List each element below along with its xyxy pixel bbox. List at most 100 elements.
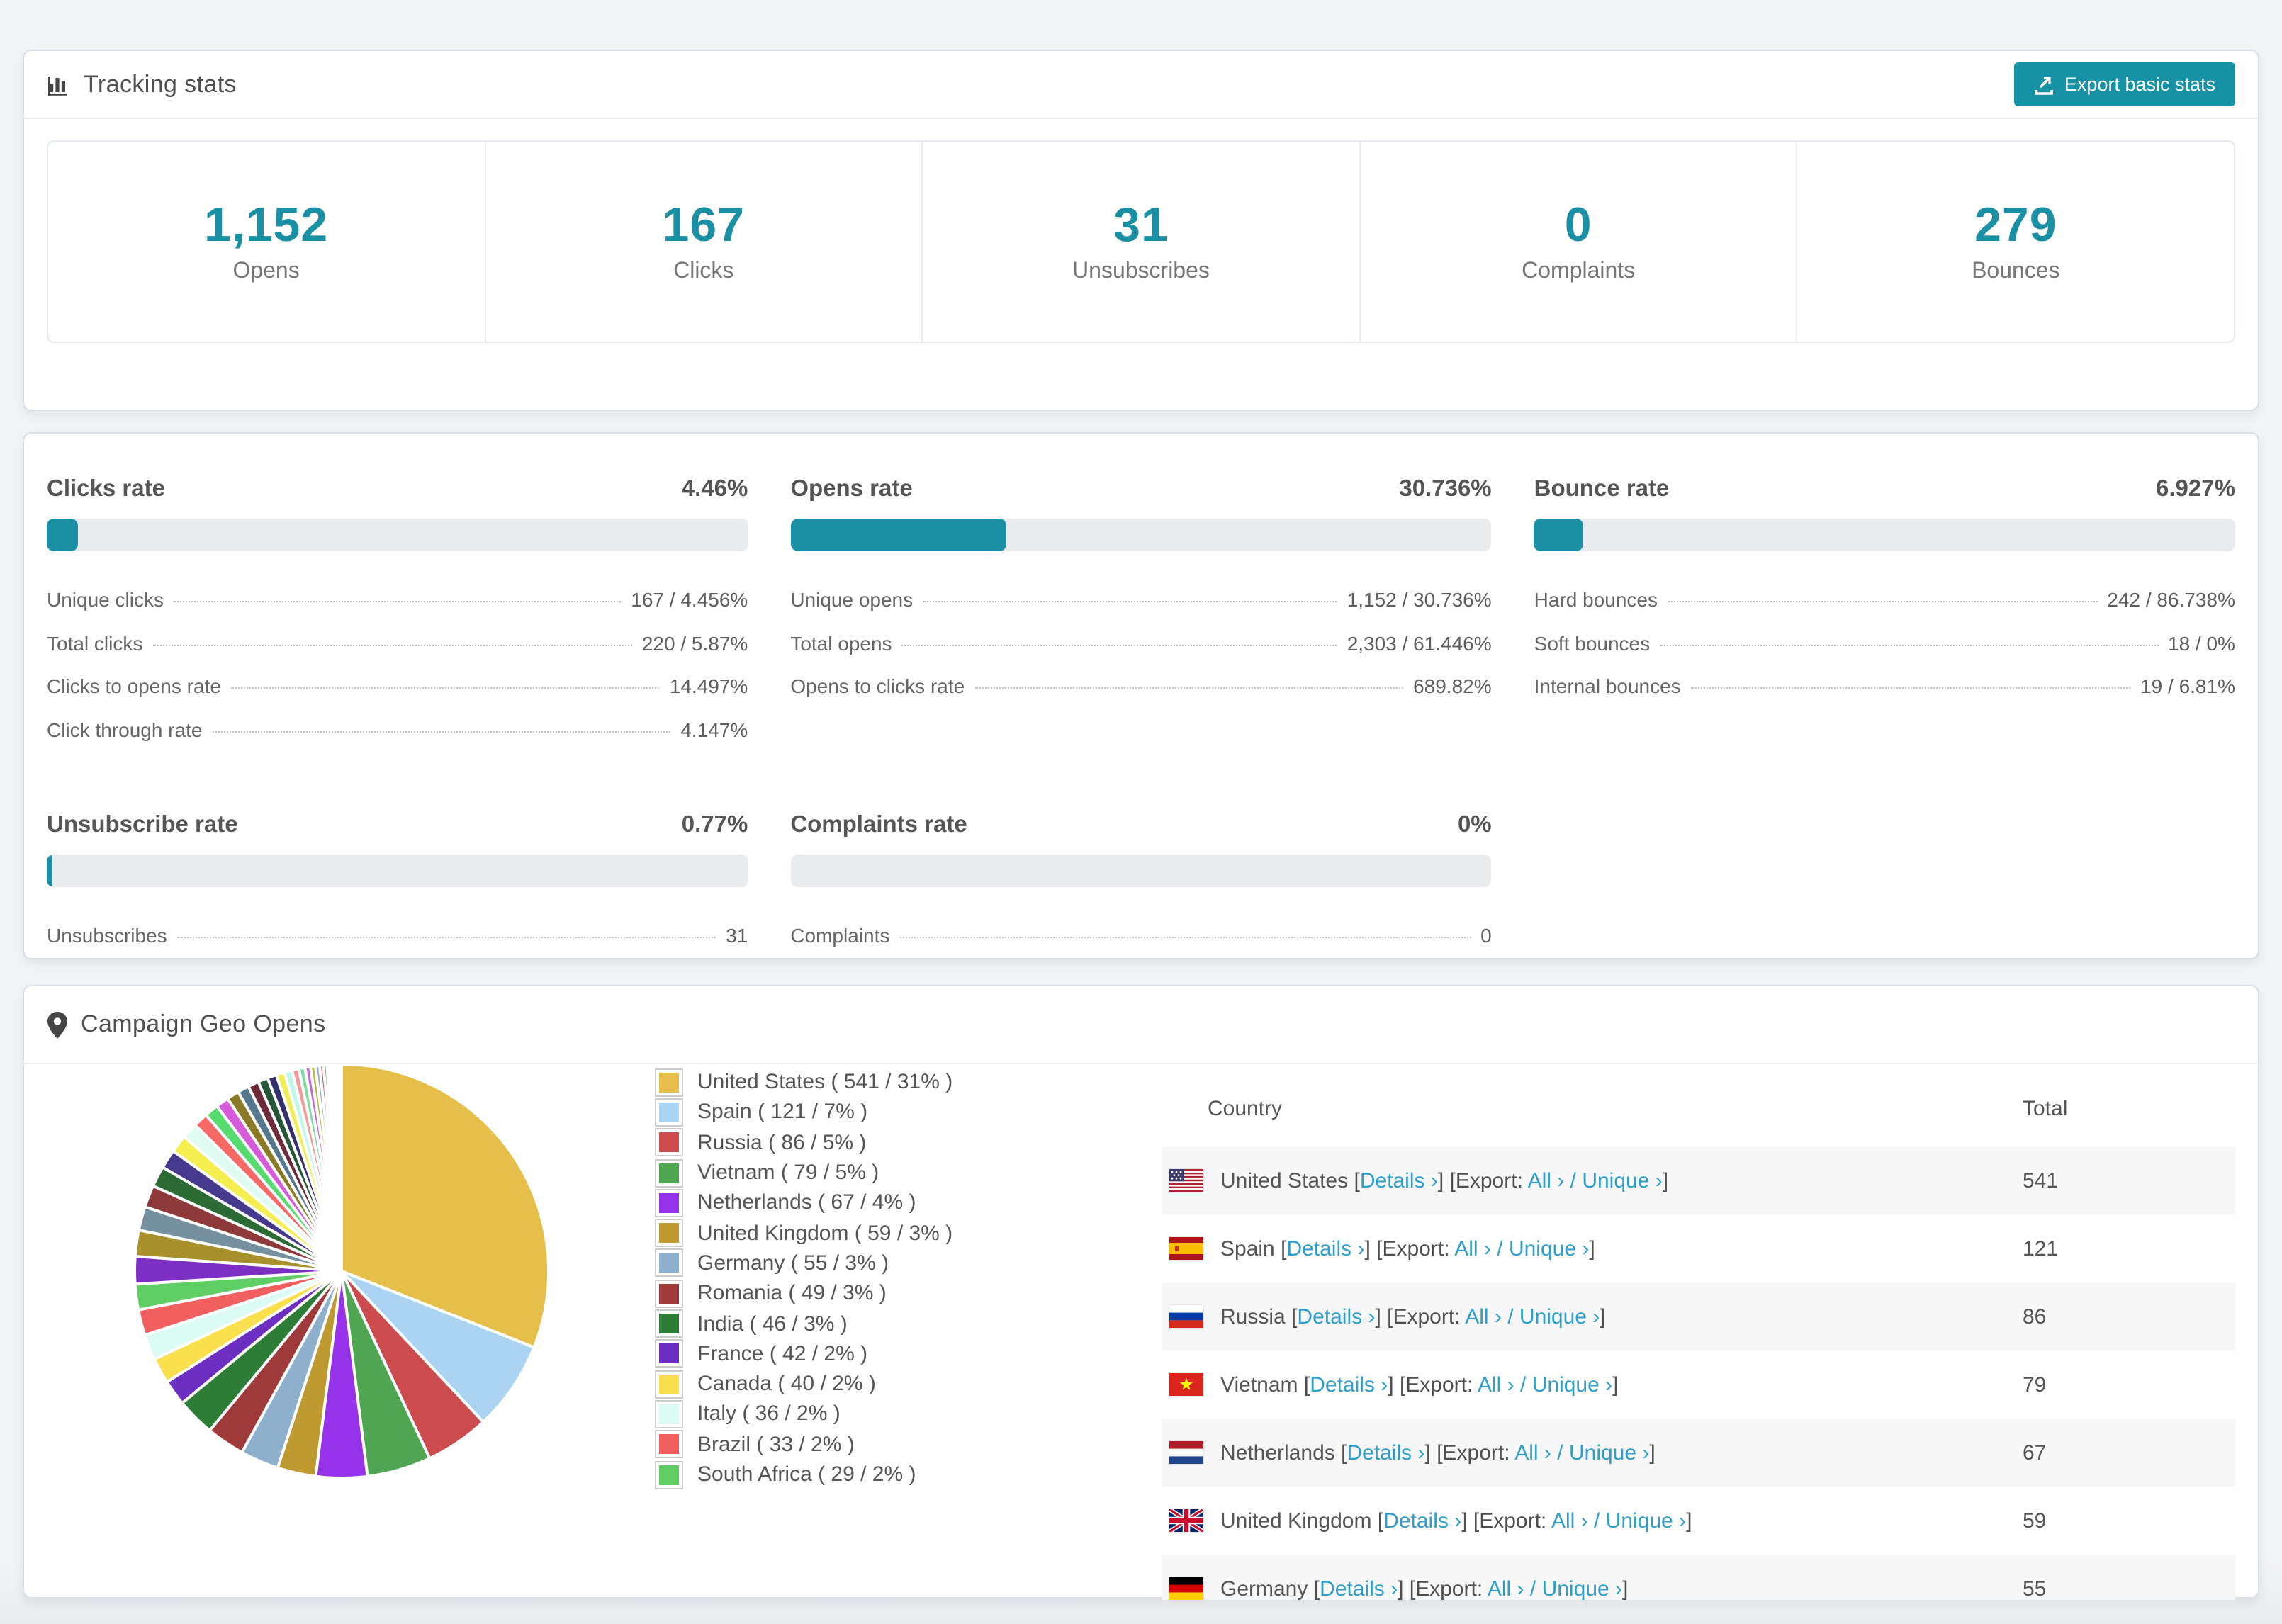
bar-chart-icon — [47, 72, 71, 96]
rate-detail-label: Hard bounces — [1534, 588, 1658, 611]
legend-swatch — [655, 1158, 683, 1188]
stat-value: 31 — [1113, 198, 1169, 252]
export-all-link[interactable]: All › — [1488, 1577, 1524, 1600]
legend-item: Netherlands ( 67 / 4% ) — [655, 1188, 952, 1218]
legend-label: Brazil ( 33 / 2% ) — [697, 1432, 855, 1457]
rate-detail-value: 1,152 / 30.736% — [1347, 588, 1492, 611]
rate-title: Bounce rate — [1534, 476, 1670, 502]
rate-detail-label: Unique opens — [790, 588, 914, 611]
dotted-leader — [176, 937, 716, 938]
export-unique-link[interactable]: Unique › — [1542, 1577, 1622, 1600]
legend-item: Romania ( 49 / 3% ) — [655, 1278, 952, 1309]
rate-detail-label: Soft bounces — [1534, 631, 1651, 654]
rate-detail-row: Soft bounces 18 / 0% — [1534, 631, 2235, 654]
dotted-leader — [230, 687, 660, 689]
stat-label: Clicks — [673, 259, 734, 283]
stat-box-unsubscribes: 31 Unsubscribes — [923, 142, 1361, 342]
export-icon — [2035, 74, 2055, 94]
vn-flag-icon — [1169, 1373, 1203, 1396]
geo-table-row-ru: Russia [Details ›] [Export: All › / Uniq… — [1162, 1282, 2235, 1350]
export-unique-link[interactable]: Unique › — [1606, 1509, 1686, 1533]
rate-detail-value: 220 / 5.87% — [641, 631, 748, 654]
geo-table-row-es: Spain [Details ›] [Export: All › / Uniqu… — [1162, 1214, 2235, 1282]
export-all-link[interactable]: All › — [1465, 1304, 1502, 1329]
rate-progress-bar — [47, 519, 748, 551]
page: Tracking stats Export basic stats 1,152 … — [0, 0, 2282, 1624]
rate-detail-value: 14.497% — [669, 675, 748, 697]
legend-label: South Africa ( 29 / 2% ) — [697, 1462, 916, 1487]
rate-detail-label: Complaints — [790, 924, 890, 947]
export-unique-link[interactable]: Unique › — [1569, 1440, 1649, 1465]
export-all-link[interactable]: All › — [1514, 1440, 1551, 1465]
rate-panel-bounce: Bounce rate 6.927% Hard bounces 242 / 86… — [1534, 476, 2235, 761]
export-separator: / — [1514, 1372, 1532, 1397]
rate-detail-row: Unique opens 1,152 / 30.736% — [790, 588, 1491, 611]
dotted-leader — [923, 601, 1337, 602]
rate-progress-bar — [790, 519, 1492, 551]
details-link[interactable]: Details › — [1310, 1372, 1388, 1397]
export-unique-link[interactable]: Unique › — [1582, 1168, 1662, 1192]
tracking-stats-title: Tracking stats — [84, 70, 237, 97]
rate-detail-row: Hard bounces 242 / 86.738% — [1534, 588, 2235, 611]
rate-panel-complaints: Complaints rate 0% Complaints 0 — [790, 812, 1492, 967]
legend-item: United Kingdom ( 59 / 3% ) — [655, 1218, 952, 1248]
legend-item: Italy ( 36 / 2% ) — [655, 1399, 952, 1430]
export-basic-stats-button[interactable]: Export basic stats — [2014, 62, 2235, 106]
stat-box-opens: 1,152 Opens — [48, 142, 486, 342]
export-unique-link[interactable]: Unique › — [1532, 1372, 1612, 1397]
export-all-link[interactable]: All › — [1551, 1509, 1588, 1533]
export-all-link[interactable]: All › — [1454, 1236, 1491, 1261]
stat-value: 279 — [1974, 198, 2057, 252]
rate-progress-bar — [1534, 519, 2235, 551]
geo-table-header: Country Total — [1162, 1070, 2235, 1146]
export-all-link[interactable]: All › — [1478, 1372, 1514, 1397]
country-name: Vietnam — [1220, 1372, 1298, 1397]
details-link[interactable]: Details › — [1286, 1236, 1364, 1261]
export-unique-link[interactable]: Unique › — [1509, 1236, 1589, 1261]
stat-value: 167 — [662, 198, 745, 252]
tracking-stats-header: Tracking stats Export basic stats — [24, 51, 2258, 119]
export-separator: / — [1501, 1304, 1519, 1329]
details-link[interactable]: Details › — [1383, 1509, 1461, 1533]
legend-label: Spain ( 121 / 7% ) — [697, 1100, 868, 1124]
country-total: 67 — [2023, 1440, 2047, 1465]
legend-item: United States ( 541 / 31% ) — [655, 1067, 952, 1098]
es-flag-icon — [1169, 1237, 1203, 1260]
details-link[interactable]: Details › — [1297, 1304, 1375, 1329]
legend-item: Spain ( 121 / 7% ) — [655, 1098, 952, 1128]
rate-panel-opens: Opens rate 30.736% Unique opens 1,152 / … — [790, 476, 1492, 761]
dotted-leader — [1668, 601, 2098, 602]
country-name: Spain — [1220, 1236, 1275, 1261]
legend-swatch — [655, 1219, 683, 1248]
country-name: Germany — [1220, 1577, 1308, 1600]
legend-label: Italy ( 36 / 2% ) — [697, 1402, 841, 1426]
export-all-link[interactable]: All › — [1528, 1168, 1565, 1192]
country-total: 79 — [2023, 1372, 2047, 1397]
rate-detail-row: Opens to clicks rate 689.82% — [790, 675, 1491, 697]
legend-item: Brazil ( 33 / 2% ) — [655, 1429, 952, 1460]
dotted-leader — [901, 644, 1337, 645]
legend-item: Canada ( 40 / 2% ) — [655, 1369, 952, 1399]
geo-table-row-vn: Vietnam [Details ›] [Export: All › / Uni… — [1162, 1350, 2235, 1419]
geo-table-row-gb: United Kingdom [Details ›] [Export: All … — [1162, 1487, 2235, 1555]
details-link[interactable]: Details › — [1347, 1440, 1424, 1465]
dotted-leader — [974, 687, 1404, 689]
details-link[interactable]: Details › — [1320, 1577, 1398, 1600]
stat-label: Complaints — [1522, 259, 1636, 283]
stat-value: 1,152 — [204, 198, 329, 252]
export-separator: / — [1551, 1440, 1569, 1465]
rate-detail-row: Click through rate 4.147% — [47, 718, 748, 740]
tracking-stats-card: Tracking stats Export basic stats 1,152 … — [23, 50, 2259, 411]
dotted-leader — [1660, 644, 2158, 645]
stat-label: Unsubscribes — [1072, 259, 1210, 283]
stat-box-complaints: 0 Complaints — [1361, 142, 1798, 342]
dotted-leader — [899, 937, 1471, 938]
stat-label: Bounces — [1972, 259, 2060, 283]
legend-label: Vietnam ( 79 / 5% ) — [697, 1161, 879, 1185]
details-link[interactable]: Details › — [1360, 1168, 1438, 1192]
legend-swatch — [655, 1248, 683, 1278]
geo-opens-card: Campaign Geo Opens United States ( 541 /… — [23, 985, 2259, 1600]
ru-flag-icon — [1169, 1305, 1203, 1328]
country-column-header: Country — [1208, 1096, 1283, 1120]
export-unique-link[interactable]: Unique › — [1519, 1304, 1600, 1329]
